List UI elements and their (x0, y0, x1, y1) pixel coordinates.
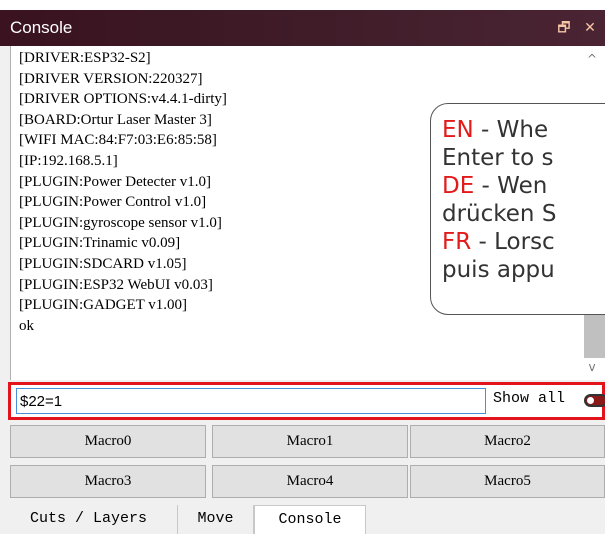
console-line: [DRIVER OPTIONS:v4.4.1-dirty] (19, 91, 227, 108)
lang-code-en: EN (442, 117, 474, 143)
tab-cuts-layers[interactable]: Cuts / Layers (0, 505, 178, 534)
close-icon[interactable]: ✕ (579, 16, 601, 40)
console-line: [PLUGIN:SDCARD v1.05] (19, 255, 187, 272)
console-line: [PLUGIN:Power Detecter v1.0] (19, 173, 212, 190)
hint-cont-en: Enter to s (442, 145, 554, 171)
macro1-button[interactable]: Macro1 (212, 425, 408, 458)
hint-line-fr: FR - Lorsc (442, 228, 605, 256)
tab-move[interactable]: Move (178, 505, 254, 534)
macro4-button[interactable]: Macro4 (212, 465, 408, 498)
hint-text-fr: - Lorsc (471, 229, 555, 255)
bottom-tabs: Cuts / Layers Move Console (0, 505, 605, 534)
console-line: [PLUGIN:GADGET v1.00] (19, 297, 188, 314)
command-row: Show all (8, 382, 605, 420)
console-line: ok (19, 317, 34, 334)
float-window-icon[interactable]: 🗗 (553, 16, 575, 40)
top-strip (0, 0, 605, 10)
show-all-label: Show all (493, 390, 566, 407)
console-line: [PLUGIN:gyroscope sensor v1.0] (19, 214, 222, 231)
macro0-button[interactable]: Macro0 (10, 425, 206, 458)
lang-code-fr: FR (442, 229, 472, 255)
hint-cont-fr: puis appu (442, 257, 555, 283)
hint-line-de: DE - Wen (442, 172, 605, 200)
console-line: [PLUGIN:ESP32 WebUI v0.03] (19, 276, 213, 293)
console-line: [WIFI MAC:84:F7:03:E6:85:58] (19, 132, 217, 149)
console-line: [PLUGIN:Trinamic v0.09] (19, 235, 181, 252)
console-panel: Console 🗗 ✕ [DRIVER:ESP32-S2] [DRIVER VER… (0, 0, 605, 534)
macro5-button[interactable]: Macro5 (410, 465, 605, 498)
panel-title: Console (10, 18, 73, 37)
toggle-knob (587, 397, 594, 404)
command-input[interactable] (16, 388, 486, 414)
scroll-up-icon[interactable]: ^ (578, 52, 605, 72)
console-line: [IP:192.168.5.1] (19, 152, 118, 169)
console-line: [BOARD:Ortur Laser Master 3] (19, 111, 212, 128)
tab-console[interactable]: Console (254, 505, 366, 534)
console-line: [DRIVER:ESP32-S2] (19, 50, 151, 66)
language-hint-tooltip: EN - Whe Enter to s DE - Wen drücken S F… (430, 103, 605, 315)
hint-text-en: - Whe (473, 117, 549, 143)
hint-text-de: - Wen (474, 173, 548, 199)
scroll-down-icon[interactable]: v (578, 360, 605, 380)
console-line: [PLUGIN:Power Control v1.0] (19, 194, 207, 211)
console-log: [DRIVER:ESP32-S2] [DRIVER VERSION:220327]… (19, 48, 227, 336)
lang-code-de: DE (442, 173, 475, 199)
hint-line-en: EN - Whe (442, 116, 605, 144)
macro3-button[interactable]: Macro3 (10, 465, 206, 498)
show-all-toggle[interactable] (584, 394, 605, 407)
console-titlebar: Console 🗗 ✕ (0, 10, 605, 46)
hint-cont-de: drücken S (442, 201, 557, 227)
console-line: [DRIVER VERSION:220327] (19, 70, 203, 87)
macro2-button[interactable]: Macro2 (410, 425, 605, 458)
